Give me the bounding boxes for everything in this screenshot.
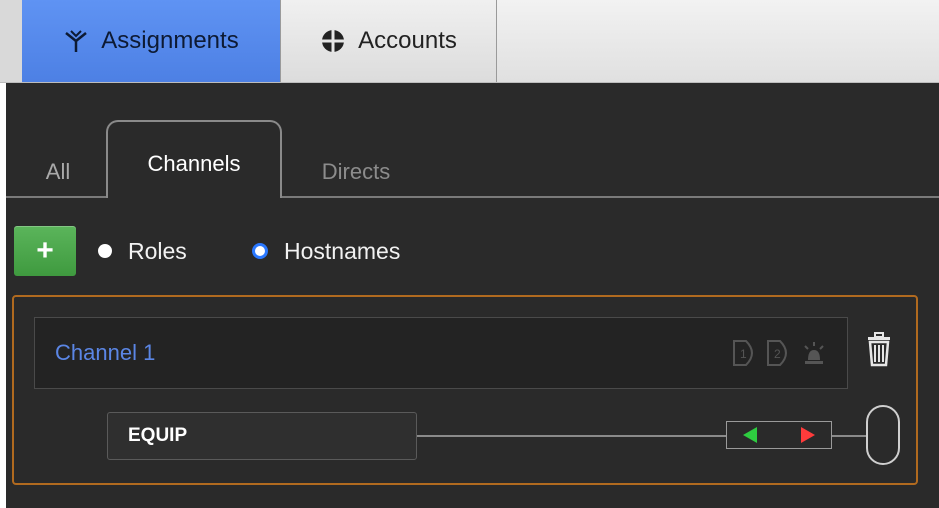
assignments-icon xyxy=(65,30,88,52)
top-left-spacer xyxy=(0,0,22,82)
assignments-panel: All Channels Directs + Roles Hostnames C… xyxy=(6,83,939,508)
channel-assignment-box: Channel 1 1 2 EQUIP xyxy=(12,295,918,485)
subtab-directs[interactable]: Directs xyxy=(296,146,416,198)
radio-roles-label: Roles xyxy=(128,237,187,264)
tab-accounts-label: Accounts xyxy=(358,27,457,54)
svg-text:1: 1 xyxy=(740,347,747,361)
channel-status-icons: 1 2 xyxy=(731,338,829,368)
key-1-icon: 1 xyxy=(733,340,753,366)
radio-roles[interactable]: Roles xyxy=(98,236,187,266)
top-navigation: Assignments Accounts xyxy=(0,0,939,83)
subtab-all[interactable]: All xyxy=(34,146,82,198)
alarm-light-icon xyxy=(804,342,824,364)
subtab-channels[interactable]: Channels xyxy=(106,120,282,198)
trash-icon[interactable] xyxy=(866,331,892,367)
channel-row[interactable]: Channel 1 1 2 xyxy=(34,317,848,389)
connection-toggle[interactable] xyxy=(866,405,900,465)
assignment-equip[interactable]: EQUIP xyxy=(107,412,417,460)
channel-name[interactable]: Channel 1 xyxy=(55,340,155,366)
arrow-right-icon[interactable] xyxy=(801,427,815,443)
tab-accounts[interactable]: Accounts xyxy=(281,0,497,82)
tab-assignments-label: Assignments xyxy=(101,27,239,54)
direction-arrows xyxy=(743,427,815,443)
add-button[interactable]: + xyxy=(14,226,76,276)
svg-text:2: 2 xyxy=(774,347,781,361)
radio-hostnames[interactable]: Hostnames xyxy=(252,236,400,266)
key-2-icon: 2 xyxy=(767,340,787,366)
radio-hostnames-dot[interactable] xyxy=(252,243,268,259)
arrow-left-icon[interactable] xyxy=(743,427,757,443)
radio-hostnames-label: Hostnames xyxy=(284,237,401,264)
tab-assignments[interactable]: Assignments xyxy=(22,0,281,82)
radio-roles-dot[interactable] xyxy=(98,244,112,258)
direction-control[interactable] xyxy=(726,421,832,449)
accounts-icon xyxy=(321,29,346,53)
